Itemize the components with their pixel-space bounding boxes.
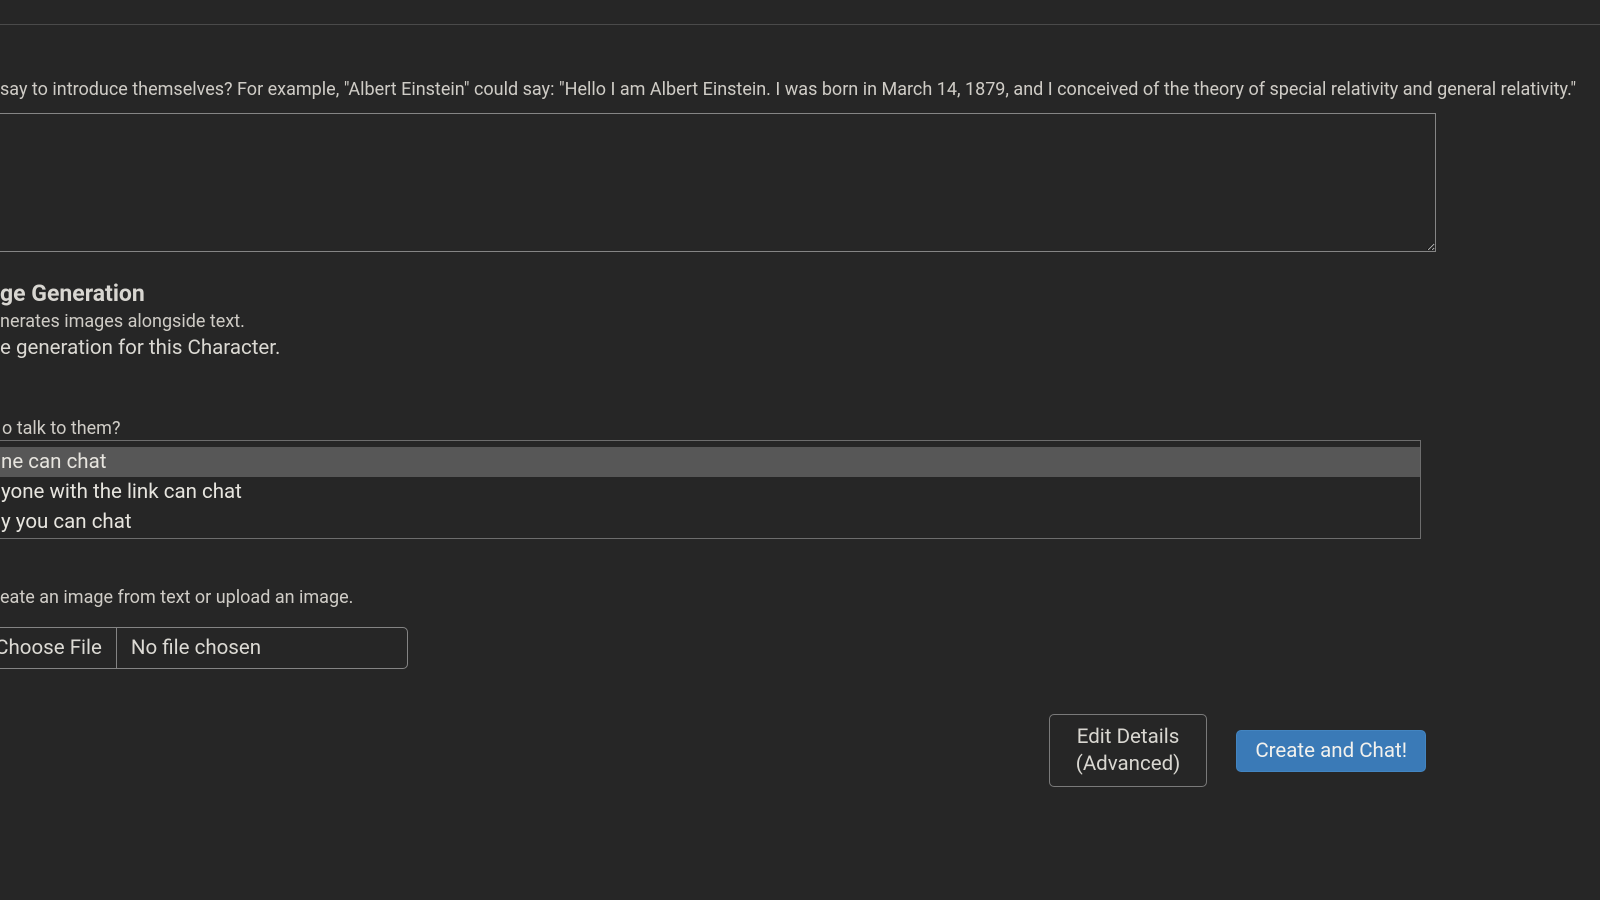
bottom-actions: Edit Details (Advanced) Create and Chat! — [1049, 714, 1426, 787]
create-and-chat-button[interactable]: Create and Chat! — [1236, 730, 1426, 772]
image-generation-subtext: nerates images alongside text. — [0, 311, 280, 332]
visibility-option-unlisted[interactable]: yone with the link can chat — [0, 477, 1420, 507]
intro-prompt-text: say to introduce themselves? For example… — [0, 79, 1576, 100]
visibility-option-private[interactable]: y you can chat — [0, 507, 1420, 537]
divider — [0, 24, 1600, 25]
avatar-row: mage or Choose File No file chosen — [0, 627, 408, 669]
image-generation-heading: ge Generation — [0, 280, 280, 307]
greeting-textarea[interactable] — [0, 113, 1436, 252]
avatar-prompt-text: eate an image from text or upload an ima… — [0, 587, 353, 608]
visibility-select[interactable]: ne can chat yone with the link can chat … — [0, 440, 1421, 539]
edit-details-button[interactable]: Edit Details (Advanced) — [1049, 714, 1208, 787]
visibility-option-public[interactable]: ne can chat — [0, 447, 1421, 477]
visibility-prompt-text: o talk to them? — [2, 418, 120, 439]
image-generation-toggle-label: e generation for this Character. — [0, 336, 280, 360]
choose-file-button[interactable]: Choose File — [0, 628, 117, 668]
no-file-chosen-label: No file chosen — [117, 628, 407, 668]
file-picker: Choose File No file chosen — [0, 627, 408, 669]
edit-details-line2: (Advanced) — [1076, 751, 1181, 778]
edit-details-line1: Edit Details — [1076, 724, 1181, 751]
